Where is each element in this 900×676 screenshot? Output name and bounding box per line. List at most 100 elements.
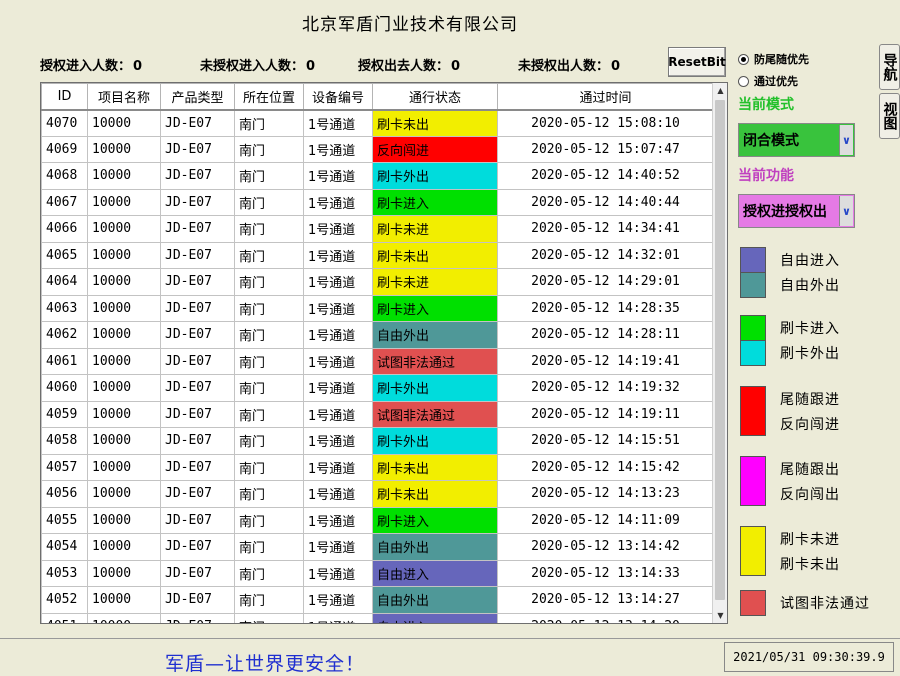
scroll-up-arrow-icon[interactable]: ▲ — [713, 83, 727, 98]
chevron-down-icon[interactable]: ∨ — [839, 125, 853, 155]
table-row[interactable]: 4070 10000 JD-E07 南门 1号通道 刷卡未出 2020-05-12 15:0… — [41, 109, 714, 137]
cell-type: JD-E07 — [160, 109, 235, 137]
unauthorized-out-count: 未授权出人数： 0 — [518, 55, 620, 74]
legend-label: 试图非法通过 — [780, 596, 870, 612]
table-row[interactable]: 4053 10000 JD-E07 南门 1号通道 自由进入 2020-05-12 13:1… — [41, 559, 714, 587]
cell-id: 4051 — [41, 612, 88, 623]
table-row[interactable]: 4062 10000 JD-E07 南门 1号通道 自由外出 2020-05-12 14:2… — [41, 321, 714, 349]
column-header[interactable]: ID — [41, 83, 88, 111]
cell-project: 10000 — [87, 109, 161, 137]
cell-status: 刷卡外出 — [372, 162, 498, 190]
tab-view[interactable]: 视图 — [879, 93, 900, 139]
radio-label: 通过优先 — [754, 75, 798, 88]
cell-project: 10000 — [87, 612, 161, 623]
table-row[interactable]: 4057 10000 JD-E07 南门 1号通道 刷卡未出 2020-05-12 14:1… — [41, 453, 714, 481]
cell-location: 南门 — [234, 559, 304, 587]
table-row[interactable]: 4069 10000 JD-E07 南门 1号通道 反向闯进 2020-05-12 15:0… — [41, 135, 714, 163]
cell-id: 4067 — [41, 188, 88, 216]
cell-time: 2020-05-12 14:40:44 — [497, 188, 714, 216]
counters-bar: 授权进入人数： 0 未授权进入人数： 0 授权出去人数： 0 未授权出人数： 0 — [40, 55, 660, 75]
cell-status: 刷卡进入 — [372, 506, 498, 534]
cell-type: JD-E07 — [160, 427, 235, 455]
column-header[interactable]: 项目名称 — [87, 83, 161, 111]
counter-value: 0 — [306, 59, 316, 74]
vertical-scrollbar[interactable]: ▲ ▼ — [712, 83, 727, 623]
legend-swatch — [740, 456, 766, 506]
column-header[interactable]: 通行状态 — [372, 83, 498, 111]
cell-type: JD-E07 — [160, 294, 235, 322]
tab-navigation[interactable]: 导航 — [879, 44, 900, 90]
cell-device: 1号通道 — [303, 162, 373, 190]
table-row[interactable]: 4066 10000 JD-E07 南门 1号通道 刷卡未进 2020-05-12 14:3… — [41, 215, 714, 243]
function-select[interactable]: 授权进授权出 ∨ — [738, 194, 855, 228]
legend-label: 尾随跟出 — [780, 462, 840, 478]
table-row[interactable]: 405110000JD-E07南门1号通道自由进入2020-05-12 13:1… — [41, 612, 714, 623]
table-row[interactable]: 4059 10000 JD-E07 南门 1号通道 试图非法通过 2020-05-12 14… — [41, 400, 714, 428]
radio-unselected-icon[interactable] — [738, 75, 749, 87]
column-header[interactable]: 产品类型 — [160, 83, 235, 111]
cell-type: JD-E07 — [160, 586, 235, 614]
authorized-in-count: 授权进入人数： 0 — [40, 55, 142, 74]
table-row[interactable]: 4061 10000 JD-E07 南门 1号通道 试图非法通过 2020-05-12 14… — [41, 347, 714, 375]
cell-id: 4054 — [41, 533, 88, 561]
cell-project: 10000 — [87, 188, 161, 216]
table-row[interactable]: 4058 10000 JD-E07 南门 1号通道 刷卡外出 2020-05-12 14:1… — [41, 427, 714, 455]
table-row[interactable]: 4068 10000 JD-E07 南门 1号通道 刷卡外出 2020-05-12 14:4… — [41, 162, 714, 190]
cell-type: JD-E07 — [160, 162, 235, 190]
table-row[interactable]: 4063 10000 JD-E07 南门 1号通道 刷卡进入 2020-05-12 14:2… — [41, 294, 714, 322]
cell-status: 刷卡进入 — [372, 294, 498, 322]
cell-device: 1号通道 — [303, 374, 373, 402]
table-row[interactable]: 4056 10000 JD-E07 南门 1号通道 刷卡未出 2020-05-12 14:1… — [41, 480, 714, 508]
table-row[interactable]: 4055 10000 JD-E07 南门 1号通道 刷卡进入 2020-05-12 14:1… — [41, 506, 714, 534]
cell-time: 2020-05-12 14:19:32 — [497, 374, 714, 402]
table-row[interactable]: 4060 10000 JD-E07 南门 1号通道 刷卡外出 2020-05-12 14:1… — [41, 374, 714, 402]
cell-type: JD-E07 — [160, 135, 235, 163]
table-row[interactable]: 4052 10000 JD-E07 南门 1号通道 自由外出 2020-05-12 13:1… — [41, 586, 714, 614]
cell-device: 1号通道 — [303, 559, 373, 587]
scroll-down-arrow-icon[interactable]: ▼ — [713, 608, 727, 623]
counter-label: 授权出去人数： — [358, 59, 450, 74]
cell-project: 10000 — [87, 347, 161, 375]
radio-pass-priority[interactable]: 通过优先 — [738, 70, 883, 92]
cell-location: 南门 — [234, 188, 304, 216]
chevron-down-icon[interactable]: ∨ — [839, 196, 853, 226]
cell-location: 南门 — [234, 321, 304, 349]
cell-device: 1号通道 — [303, 586, 373, 614]
cell-status: 自由进入 — [372, 612, 498, 623]
cell-type: JD-E07 — [160, 215, 235, 243]
column-header[interactable]: 设备编号 — [303, 83, 373, 111]
cell-project: 10000 — [87, 400, 161, 428]
authorized-out-count: 授权出去人数： 0 — [358, 55, 460, 74]
legend-swatch — [740, 590, 766, 616]
reset-bit-button[interactable]: ResetBit — [668, 47, 726, 77]
radio-selected-icon[interactable] — [738, 53, 749, 65]
cell-project: 10000 — [87, 427, 161, 455]
cell-id: 4061 — [41, 347, 88, 375]
legend-swatch — [740, 386, 766, 436]
table-row[interactable]: 4064 10000 JD-E07 南门 1号通道 刷卡未进 2020-05-12 14:2… — [41, 268, 714, 296]
footer-bar: 军盾—让世界更安全！ 2021/05/31 09:30:39.9 — [0, 638, 900, 675]
mode-select[interactable]: 闭合模式 ∨ — [738, 123, 855, 157]
cell-status: 刷卡外出 — [372, 427, 498, 455]
cell-status: 刷卡未进 — [372, 268, 498, 296]
table-row[interactable]: 4067 10000 JD-E07 南门 1号通道 刷卡进入 2020-05-12 14:4… — [41, 188, 714, 216]
records-grid[interactable]: ID 项目名称 产品类型 所在位置 设备编号 通行状态 通过时间 4070 10000 JD-E… — [40, 82, 728, 624]
cell-project: 10000 — [87, 241, 161, 269]
cell-id: 4069 — [41, 135, 88, 163]
cell-location: 南门 — [234, 162, 304, 190]
cell-project: 10000 — [87, 533, 161, 561]
table-row[interactable]: 4065 10000 JD-E07 南门 1号通道 刷卡未出 2020-05-12 14:3… — [41, 241, 714, 269]
column-header[interactable]: 所在位置 — [234, 83, 304, 111]
legend-label: 刷卡进入 — [780, 321, 840, 337]
cell-location: 南门 — [234, 400, 304, 428]
cell-device: 1号通道 — [303, 453, 373, 481]
cell-type: JD-E07 — [160, 321, 235, 349]
table-row[interactable]: 4054 10000 JD-E07 南门 1号通道 自由外出 2020-05-12 13:1… — [41, 533, 714, 561]
radio-anti-tailgate[interactable]: 防尾随优先 — [738, 48, 883, 70]
cell-type: JD-E07 — [160, 400, 235, 428]
cell-status: 刷卡未出 — [372, 480, 498, 508]
counter-value: 0 — [611, 59, 621, 74]
cell-location: 南门 — [234, 612, 304, 623]
scrollbar-thumb[interactable] — [715, 100, 725, 600]
column-header[interactable]: 通过时间 — [497, 83, 714, 111]
